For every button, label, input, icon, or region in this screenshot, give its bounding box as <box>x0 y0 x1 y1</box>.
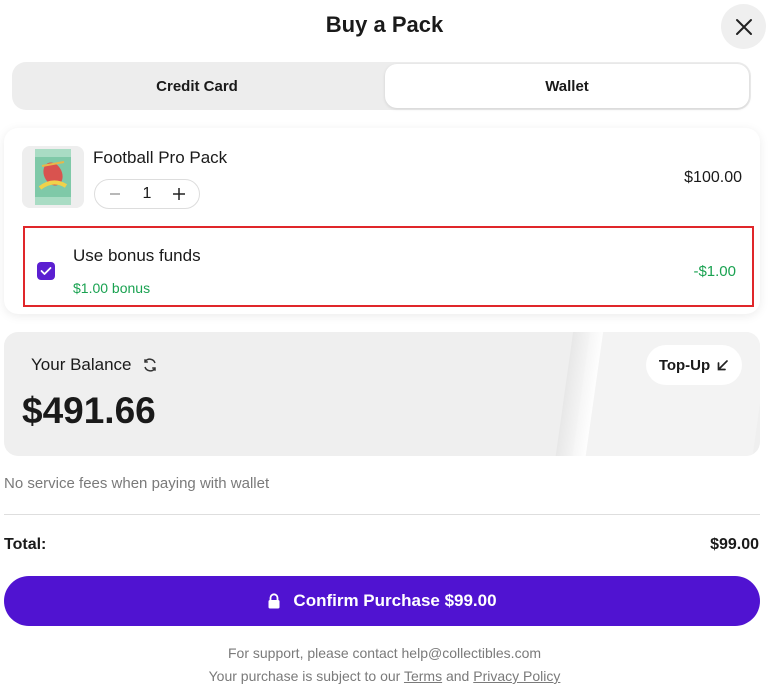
balance-value: $491.66 <box>22 390 156 431</box>
bonus-checkbox[interactable] <box>37 262 55 280</box>
support-contact: For support, please contact help@collect… <box>227 645 542 661</box>
product-price: $100.00 <box>684 169 742 186</box>
check-icon <box>40 267 52 275</box>
modal-header: Buy a Pack <box>0 0 769 56</box>
privacy-policy-link[interactable]: Privacy Policy <box>473 668 560 684</box>
arrow-down-left-icon <box>717 359 729 370</box>
pack-image-icon <box>35 149 71 205</box>
tab-credit-card[interactable]: Credit Card <box>12 62 382 110</box>
product-card: Football Pro Pack 1 $100.00 Use bonus fu… <box>4 128 760 314</box>
divider <box>4 514 760 515</box>
increment-button[interactable] <box>171 186 187 202</box>
lock-icon <box>268 593 280 609</box>
legal-prefix: Your purchase is subject to our <box>208 668 401 684</box>
wallet-balance-card: Your Balance $491.66 Top-Up <box>4 332 760 456</box>
top-up-button[interactable]: Top-Up <box>646 345 742 385</box>
legal-and: and <box>445 668 470 684</box>
confirm-label: Confirm Purchase $99.00 <box>293 591 497 610</box>
page-title: Buy a Pack <box>325 12 444 37</box>
confirm-purchase-button[interactable]: Confirm Purchase $99.00 <box>4 576 760 626</box>
balance-label: Your Balance <box>31 355 132 374</box>
total-value: $99.00 <box>710 536 759 553</box>
fee-note: No service fees when paying with wallet <box>4 475 270 492</box>
minus-icon <box>110 193 120 195</box>
bonus-funds-row[interactable]: Use bonus funds $1.00 bonus -$1.00 <box>23 226 754 307</box>
legal-note: Your purchase is subject to our Terms an… <box>0 668 769 684</box>
bonus-label: Use bonus funds <box>73 246 201 265</box>
total-label: Total: <box>4 536 47 553</box>
top-up-label: Top-Up <box>658 356 711 374</box>
balance-label-row: Your Balance <box>31 355 158 375</box>
product-name: Football Pro Pack <box>93 148 228 167</box>
quantity-value: 1 <box>142 185 152 202</box>
pack-image <box>22 146 84 208</box>
decrement-button[interactable] <box>107 186 123 202</box>
close-button[interactable] <box>721 4 766 49</box>
plus-icon <box>173 188 185 200</box>
quantity-stepper: 1 <box>94 179 200 209</box>
refresh-icon[interactable] <box>142 357 158 373</box>
bonus-available: $1.00 bonus <box>73 280 151 296</box>
tab-wallet[interactable]: Wallet <box>385 64 749 108</box>
terms-link[interactable]: Terms <box>404 668 442 684</box>
close-icon <box>735 18 752 35</box>
payment-method-tabs: Credit Card Wallet <box>12 62 751 110</box>
bonus-discount: -$1.00 <box>693 263 736 280</box>
